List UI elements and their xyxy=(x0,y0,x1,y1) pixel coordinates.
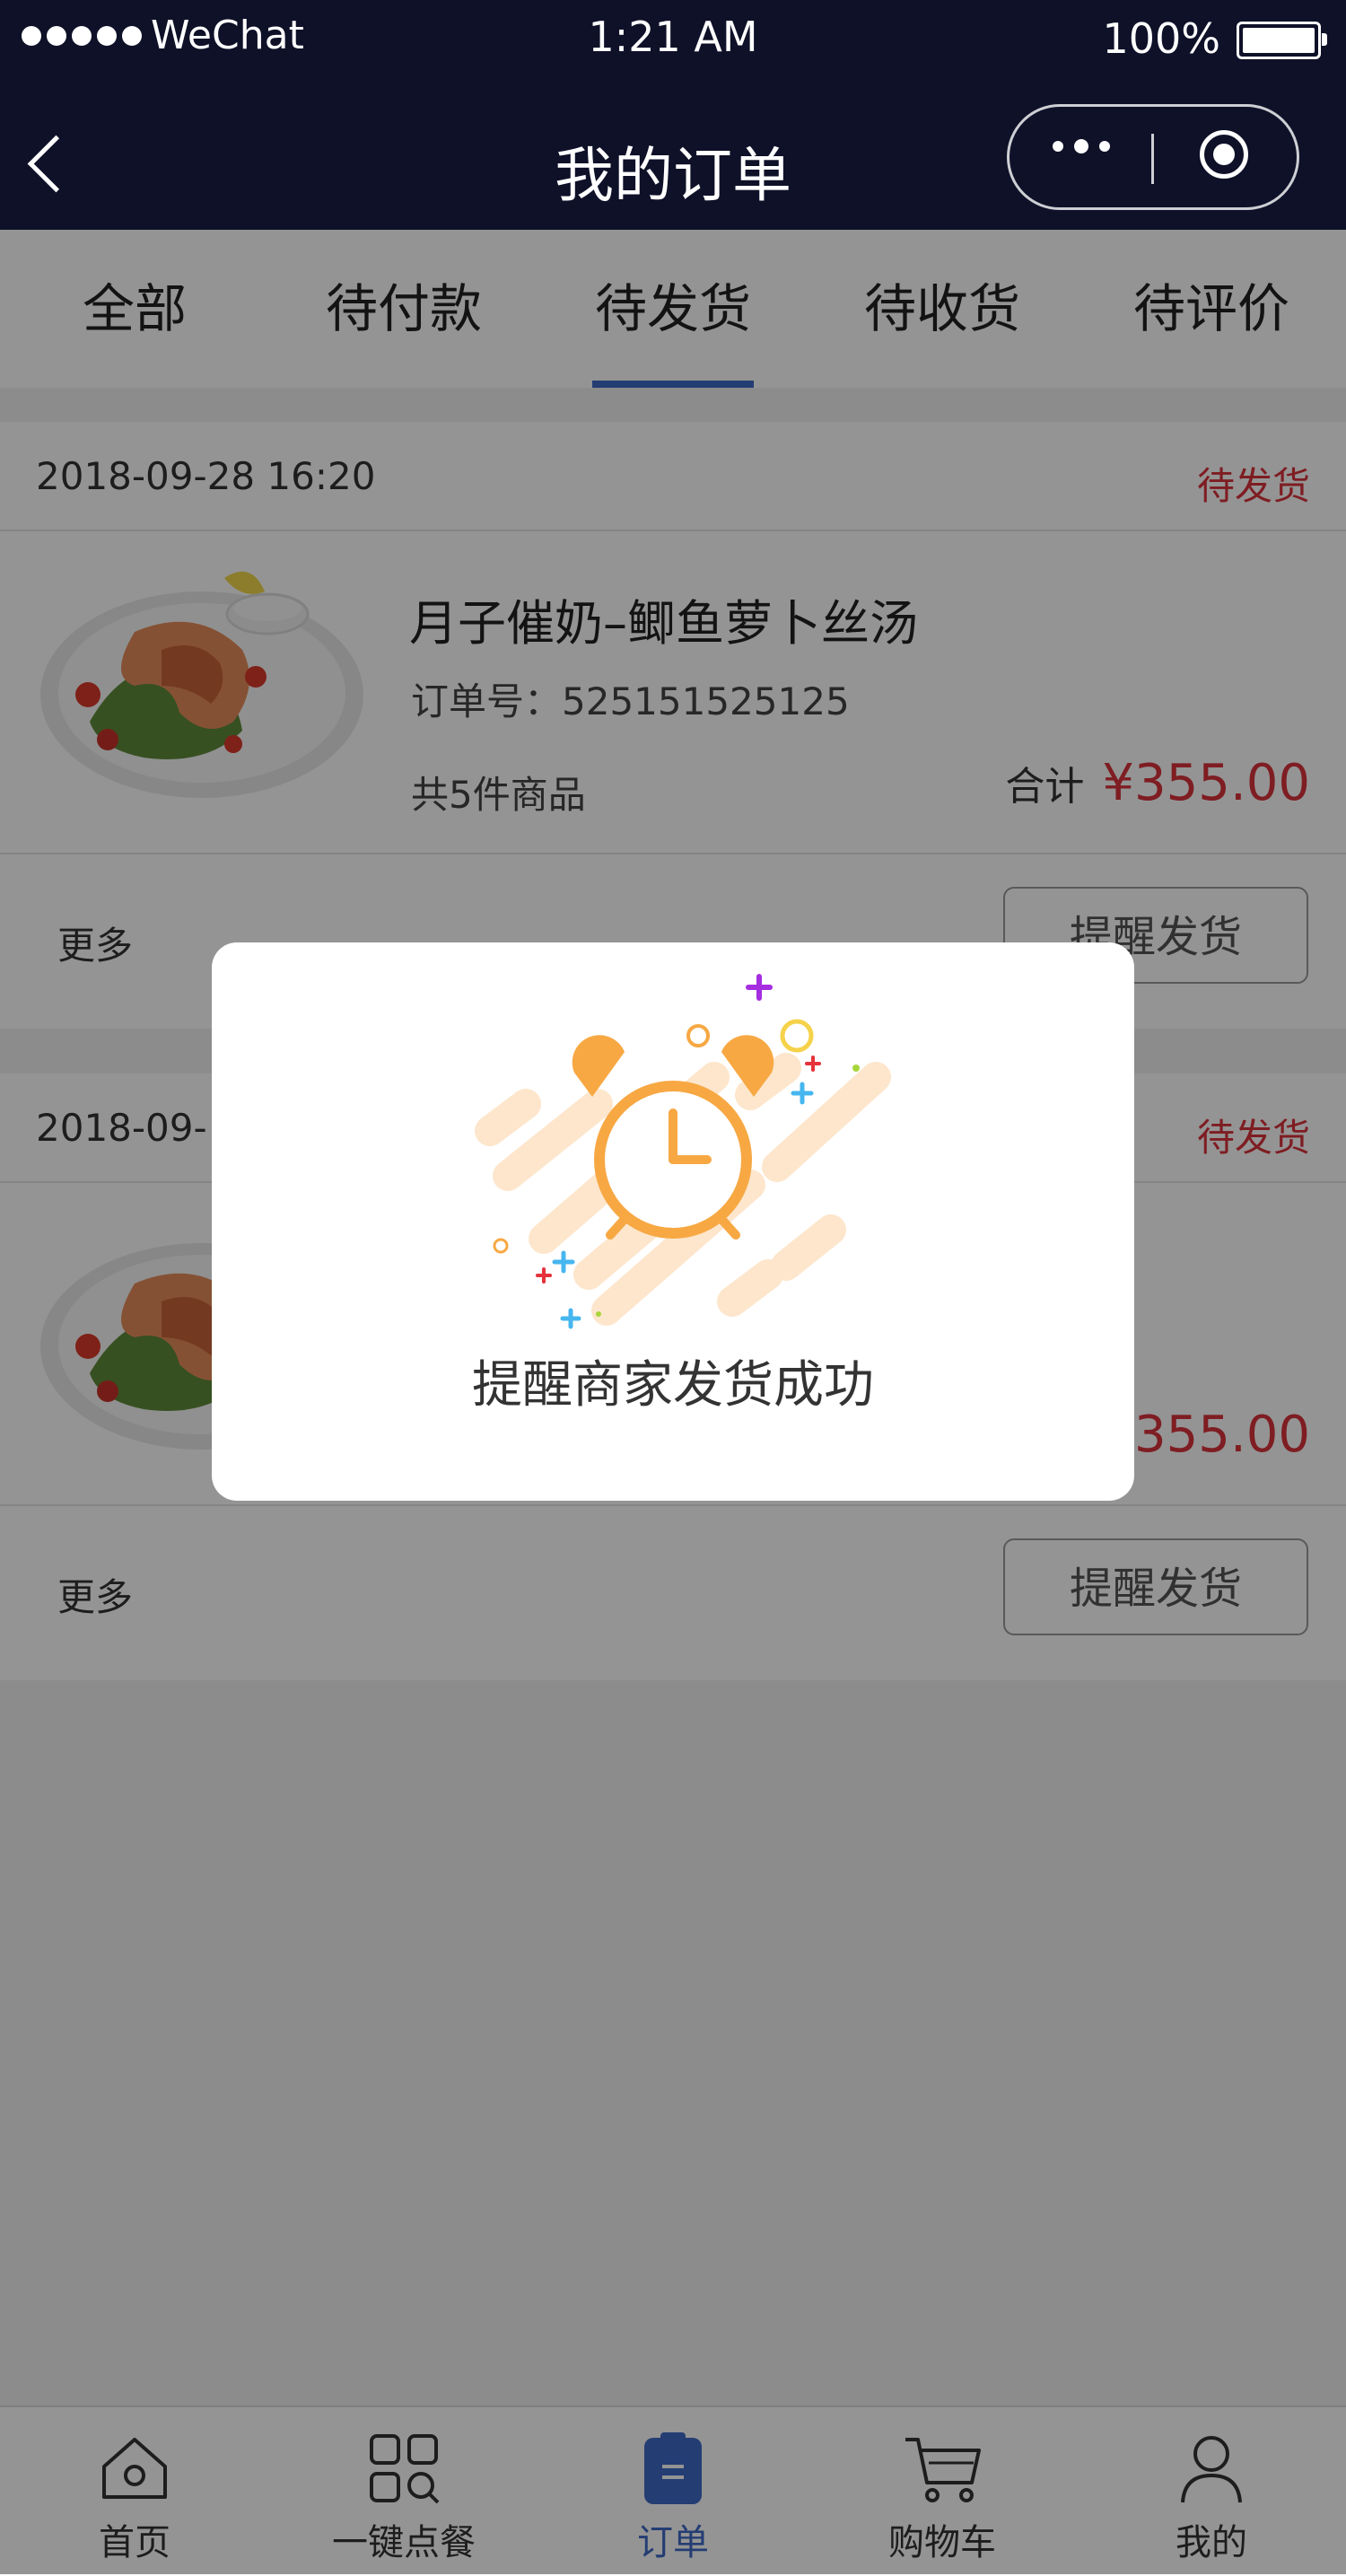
modal-message: 提醒商家发货成功 xyxy=(472,1356,874,1415)
alarm-clock-illustration-icon xyxy=(475,974,891,1329)
battery-icon xyxy=(1237,22,1327,59)
battery-percent: 100% xyxy=(1102,14,1220,63)
miniprogram-capsule xyxy=(1007,104,1299,210)
status-bar: WeChat 1:21 AM 100% xyxy=(0,0,1346,79)
nav-bar: 我的订单 xyxy=(0,79,1346,230)
capsule-divider xyxy=(1151,134,1154,184)
success-modal: 提醒商家发货成功 xyxy=(212,942,1134,1501)
close-target-icon[interactable] xyxy=(1200,130,1248,179)
more-dots-icon[interactable] xyxy=(1053,139,1110,153)
